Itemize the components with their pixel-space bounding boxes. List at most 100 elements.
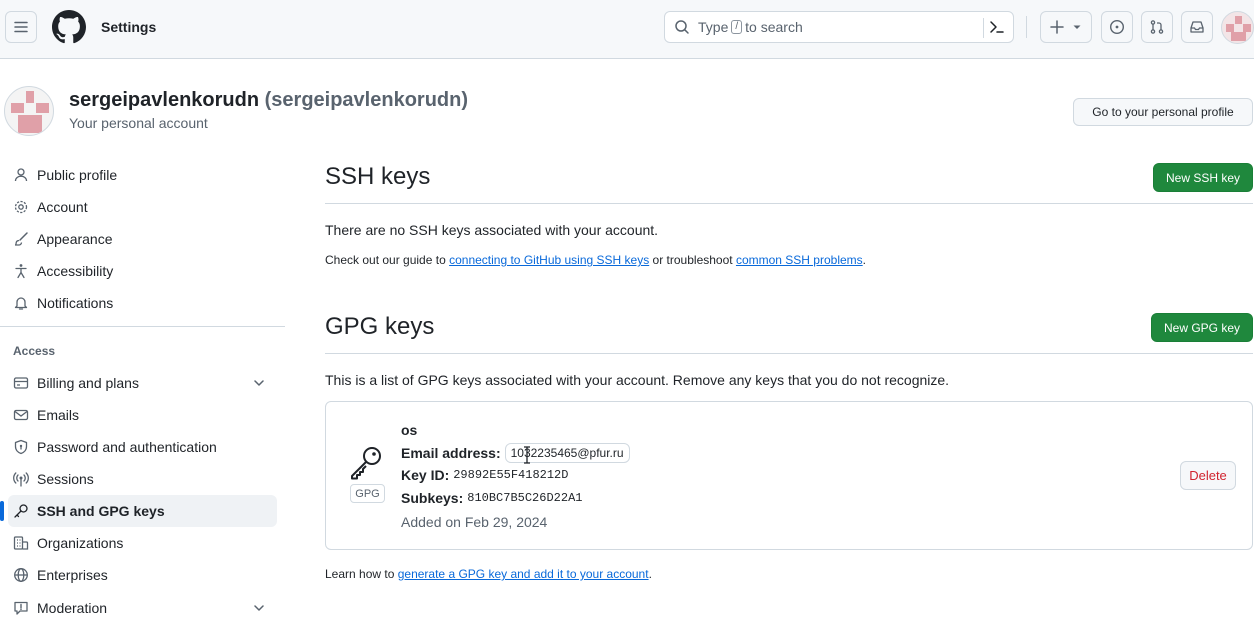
subkeys-value: 810BC7B5C26D22A1 [467,491,583,505]
sidebar-item-label: SSH and GPG keys [37,503,165,519]
inbox-icon [1190,21,1204,33]
new-ssh-key-button[interactable]: New SSH key [1153,163,1253,192]
sidebar-item-label: Appearance [37,231,113,247]
inbox-button[interactable] [1181,11,1213,43]
gpg-divider [325,353,1253,354]
search-suffix: to search [745,19,803,35]
search-placeholder: Type / to search [698,19,803,35]
sidebar-item-label: Billing and plans [37,375,139,391]
gpg-key-email-row: Email address: 1032235465@pfur.ru [401,443,630,463]
delete-gpg-key-button[interactable]: Delete [1180,461,1236,490]
sidebar-item-sessions[interactable]: Sessions [8,463,277,495]
email-label: Email address: [401,445,501,461]
hamburger-icon [14,21,28,33]
sidebar-item-billing[interactable]: Billing and plans [8,367,277,399]
search-prefix: Type [698,19,729,35]
git-pull-request-icon [1150,20,1164,34]
sidebar-section-heading: Access [13,344,56,358]
gpg-learn-text: Learn how to generate a GPG key and add … [325,567,652,581]
issues-button[interactable] [1101,11,1133,43]
top-bar: Settings Type / to search [0,0,1254,59]
account-name[interactable]: sergeipavlenkorudn (sergeipavlenkorudn) [69,89,468,112]
ssh-guide-end: . [862,253,867,267]
gpg-key-added-date: Added on Feb 29, 2024 [401,514,548,530]
sidebar-item-label: Accessibility [37,263,114,279]
gpg-learn-end: . [648,567,652,581]
triangle-down-icon [1073,25,1081,29]
sidebar-item-ssh-gpg-keys[interactable]: SSH and GPG keys [0,495,277,527]
organization-icon [13,535,29,551]
chevron-down-icon[interactable] [251,600,267,616]
sidebar-item-label: Password and authentication [37,439,217,455]
key-icon [351,447,381,480]
sidebar-item-moderation[interactable]: Moderation [8,592,277,624]
account-username[interactable]: sergeipavlenkorudn [69,89,259,111]
accessibility-icon [13,263,29,279]
gpg-keys-heading: GPG keys [325,313,435,340]
gpg-key-id-row: Key ID: 29892E55F418212D [401,467,568,483]
key-id-label: Key ID: [401,467,450,483]
sidebar-divider [0,326,285,327]
plus-icon [1050,20,1064,34]
sidebar-item-label: Sessions [37,471,94,487]
ssh-divider [325,203,1253,204]
issue-opened-icon [1109,19,1125,35]
bell-icon [13,295,29,311]
search-divider [983,18,984,38]
pull-requests-button[interactable] [1141,11,1173,43]
gpg-learn-prefix: Learn how to [325,567,395,581]
sidebar-item-notifications[interactable]: Notifications [8,287,277,319]
user-avatar[interactable] [1221,11,1254,44]
sidebar-item-label: Account [37,199,88,215]
broadcast-icon [13,471,29,487]
search-input[interactable]: Type / to search [664,11,1014,43]
sidebar-item-label: Emails [37,407,80,423]
ssh-guide-link[interactable]: connecting to GitHub using SSH keys [449,253,649,267]
sidebar-item-label: Moderation [37,600,108,616]
account-avatar [4,86,54,136]
report-icon [13,600,29,616]
key-id-value: 29892E55F418212D [453,468,569,482]
new-gpg-key-button[interactable]: New GPG key [1151,313,1253,342]
globe-icon [13,567,29,583]
ssh-keys-heading: SSH keys [325,163,431,190]
shield-lock-icon [13,439,29,455]
menu-button[interactable] [5,11,37,43]
sidebar-item-emails[interactable]: Emails [8,399,277,431]
key-icon [13,503,29,519]
person-icon [13,167,29,183]
chevron-down-icon[interactable] [251,375,267,391]
sidebar-item-label: Notifications [37,295,114,311]
search-icon [675,20,689,34]
sidebar-item-organizations[interactable]: Organizations [8,527,277,559]
gpg-learn-link[interactable]: generate a GPG key and add it to your ac… [398,567,649,581]
sidebar-item-account[interactable]: Account [8,191,277,223]
gpg-badge: GPG [350,484,385,503]
sidebar-item-accessibility[interactable]: Accessibility [8,255,277,287]
sidebar-item-enterprises[interactable]: Enterprises [8,559,277,591]
ssh-empty-text: There are no SSH keys associated with yo… [325,222,659,238]
sidebar-item-appearance[interactable]: Appearance [8,223,277,255]
search-shortcut-key: / [731,20,743,34]
sidebar-item-public-profile[interactable]: Public profile [8,159,277,191]
account-handle: (sergeipavlenkorudn) [264,89,469,111]
header-divider [1026,16,1027,38]
sidebar-item-label: Public profile [37,167,118,183]
ssh-guide-prefix: Check out our guide to [325,253,446,267]
sidebar-item-label: Organizations [37,535,124,551]
credit-card-icon [13,375,29,391]
command-palette-icon[interactable] [989,19,1005,35]
subkeys-label: Subkeys: [401,490,464,506]
mail-icon [13,407,29,423]
sidebar-item-label: Enterprises [37,567,108,583]
paintbrush-icon [13,231,29,247]
create-new-button[interactable] [1040,11,1092,43]
github-logo-icon[interactable] [52,10,86,44]
account-subtitle: Your personal account [69,115,208,131]
personal-profile-button[interactable]: Go to your personal profile [1073,98,1253,126]
gpg-key-name: os [401,422,418,438]
sidebar-item-password[interactable]: Password and authentication [8,431,277,463]
text-cursor-icon [524,446,530,464]
ssh-troubleshoot-link[interactable]: common SSH problems [736,253,863,267]
gear-icon [13,199,29,215]
